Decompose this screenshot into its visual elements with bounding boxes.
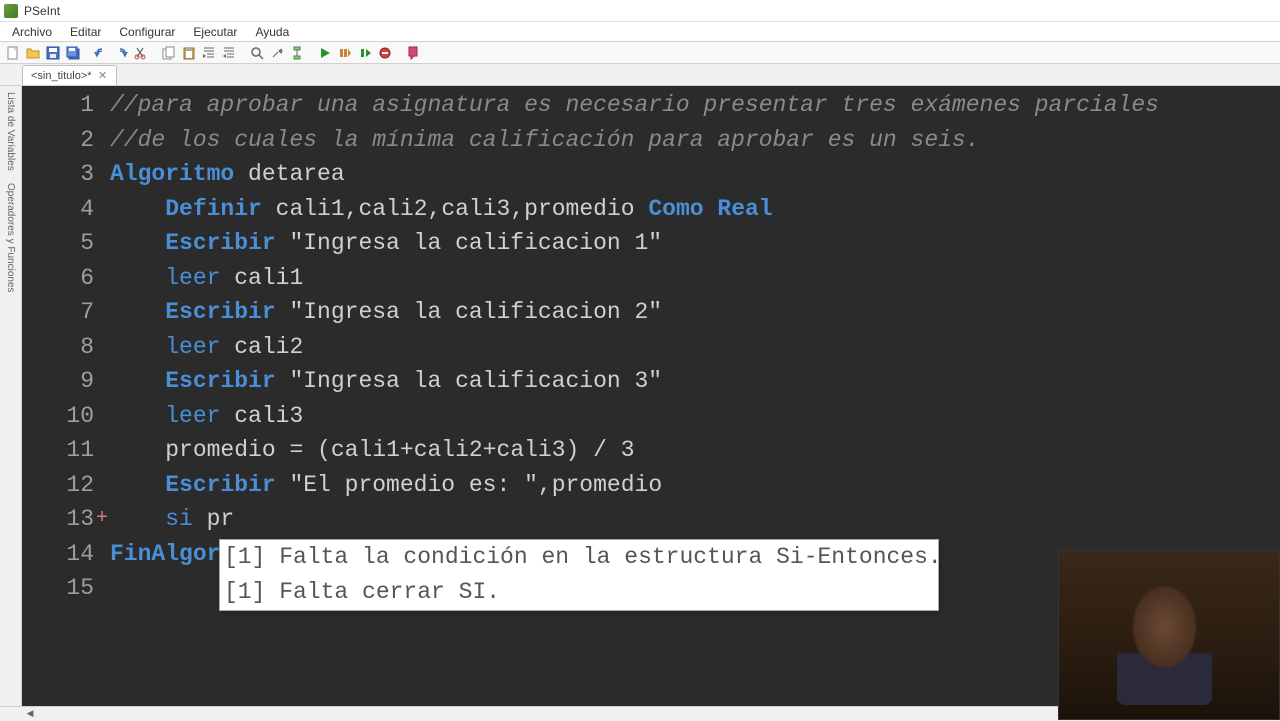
flowchart-icon[interactable] [288,44,306,62]
line-number: 6 [22,261,94,296]
copy-icon[interactable] [160,44,178,62]
error-message: [1] Falta la condición en la estructura … [224,540,934,575]
side-tab-operators[interactable]: Operadores y Funciones [5,183,16,293]
code-line[interactable]: leer cali2 [110,330,1280,365]
toolbar [0,42,1280,64]
line-number: 11 [22,433,94,468]
tabbar: <sin_titulo>* ✕ [0,64,1280,86]
side-panel: Lista de Variables Operadores y Funcione… [0,86,22,706]
code-line[interactable]: promedio = (cali1+cali2+cali3) / 3 [110,433,1280,468]
code-line[interactable]: si pr [110,502,1280,537]
menu-ayuda[interactable]: Ayuda [247,23,297,41]
outdent-icon[interactable] [220,44,238,62]
stop-icon[interactable] [376,44,394,62]
scroll-left-icon[interactable]: ◀ [22,707,38,721]
error-tooltip: [1] Falta la condición en la estructura … [219,539,939,611]
webcam-overlay [1058,550,1280,720]
line-number: 13 [22,502,94,537]
line-number: 9 [22,364,94,399]
line-number: 7 [22,295,94,330]
code-line[interactable]: Algoritmo detarea [110,157,1280,192]
tab-label: <sin_titulo>* [31,70,92,82]
save-all-icon[interactable] [64,44,82,62]
step-icon[interactable] [336,44,354,62]
redo-icon[interactable] [112,44,130,62]
line-number: 10 [22,399,94,434]
app-icon [4,4,18,18]
code-line[interactable]: leer cali3 [110,399,1280,434]
code-line[interactable]: Escribir "Ingresa la calificacion 1" [110,226,1280,261]
editor-tab[interactable]: <sin_titulo>* ✕ [22,65,117,85]
titlebar: PSeInt [0,0,1280,22]
undo-icon[interactable] [92,44,110,62]
line-number: 2 [22,123,94,158]
code-line[interactable]: Escribir "Ingresa la calificacion 2" [110,295,1280,330]
error-message: [1] Falta cerrar SI. [224,575,934,610]
line-number: 3 [22,157,94,192]
line-gutter: 123456789101112131415 [22,86,102,606]
line-number: 8 [22,330,94,365]
debug-icon[interactable] [356,44,374,62]
line-number: 5 [22,226,94,261]
find-icon[interactable] [248,44,266,62]
line-number: 15 [22,571,94,606]
code-line[interactable]: Definir cali1,cali2,cali3,promedio Como … [110,192,1280,227]
close-icon[interactable]: ✕ [98,71,108,81]
app-title: PSeInt [24,4,60,18]
paste-icon[interactable] [180,44,198,62]
save-file-icon[interactable] [44,44,62,62]
run-icon[interactable] [316,44,334,62]
line-number: 14 [22,537,94,572]
line-number: 4 [22,192,94,227]
menu-editar[interactable]: Editar [62,23,109,41]
menubar: Archivo Editar Configurar Ejecutar Ayuda [0,22,1280,42]
menu-configurar[interactable]: Configurar [111,23,183,41]
help-icon[interactable] [404,44,422,62]
menu-ejecutar[interactable]: Ejecutar [185,23,245,41]
cut-icon[interactable] [132,44,150,62]
indent-icon[interactable] [200,44,218,62]
code-area[interactable]: //para aprobar una asignatura es necesar… [110,88,1280,606]
code-line[interactable]: leer cali1 [110,261,1280,296]
open-file-icon[interactable] [24,44,42,62]
code-line[interactable]: //de los cuales la mínima calificación p… [110,123,1280,158]
code-line[interactable]: //para aprobar una asignatura es necesar… [110,88,1280,123]
tools-icon[interactable] [268,44,286,62]
code-line[interactable]: Escribir "Ingresa la calificacion 3" [110,364,1280,399]
new-file-icon[interactable] [4,44,22,62]
side-tab-variables[interactable]: Lista de Variables [5,92,16,171]
line-number: 12 [22,468,94,503]
line-number: 1 [22,88,94,123]
menu-archivo[interactable]: Archivo [4,23,60,41]
code-line[interactable]: Escribir "El promedio es: ",promedio [110,468,1280,503]
